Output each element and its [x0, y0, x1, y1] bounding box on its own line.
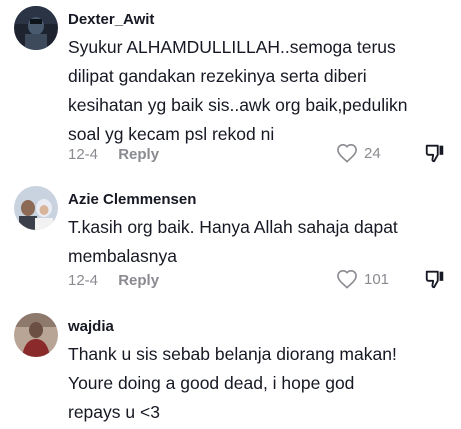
- like-count: 101: [364, 270, 390, 288]
- dislike-button[interactable]: [424, 142, 446, 164]
- comment-text-line: T.kasih org baik. Hanya Allah sahaja dap…: [68, 217, 398, 237]
- comment-text-line: soal yg kecam psl rekod ni: [68, 124, 275, 144]
- like-button[interactable]: 24: [336, 143, 381, 163]
- avatar[interactable]: [14, 313, 58, 357]
- comment-text: Thank u sis sebab belanja diorang makan!…: [68, 340, 456, 427]
- like-count: 24: [364, 144, 381, 162]
- comment-text-line: Youre doing a good dead, i hope god: [68, 373, 355, 393]
- reply-button[interactable]: Reply: [118, 146, 159, 163]
- comment-text-line: membalasnya: [68, 246, 177, 266]
- thumbs-down-icon: [425, 144, 444, 163]
- heart-icon: [336, 143, 358, 163]
- comment-username[interactable]: Azie Clemmensen: [68, 191, 196, 208]
- thumbs-down-icon: [425, 270, 444, 289]
- comment-text: Syukur ALHAMDULLILLAH..semoga terus dili…: [68, 33, 456, 149]
- comment-text-line: repays u <3: [68, 402, 160, 422]
- avatar[interactable]: [14, 6, 58, 50]
- dislike-button[interactable]: [424, 268, 446, 290]
- comment-date: 12-4: [68, 272, 99, 289]
- comment-text-line: kesihatan yg baik sis..awk org baik,pedu…: [68, 95, 408, 115]
- comment-text-line: Thank u sis sebab belanja diorang makan!: [68, 344, 397, 364]
- comment-username[interactable]: wajdia: [68, 318, 114, 335]
- profile-photo-icon: [14, 6, 58, 50]
- comment-date: 12-4: [68, 146, 99, 163]
- comment-meta: 12-4 Reply: [68, 146, 159, 163]
- avatar[interactable]: [14, 186, 58, 230]
- profile-photo-icon: [14, 186, 58, 230]
- comment-text-line: Syukur ALHAMDULLILLAH..semoga terus: [68, 37, 396, 57]
- reply-button[interactable]: Reply: [118, 272, 159, 289]
- profile-photo-icon: [14, 313, 58, 357]
- comment-text-line: dilipat gandakan rezekinya serta diberi: [68, 66, 367, 86]
- heart-icon: [336, 269, 358, 289]
- like-button[interactable]: 101: [336, 269, 389, 289]
- comment-meta: 12-4 Reply: [68, 272, 159, 289]
- comment-username[interactable]: Dexter_Awit: [68, 11, 154, 28]
- comment-text: T.kasih org baik. Hanya Allah sahaja dap…: [68, 213, 456, 271]
